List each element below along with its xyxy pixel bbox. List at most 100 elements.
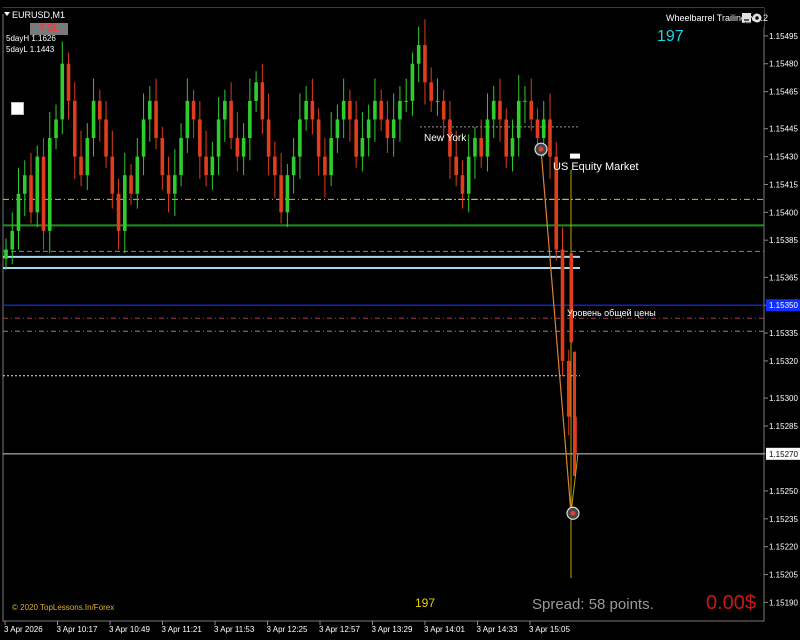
candle-body — [241, 138, 246, 157]
candle-body — [141, 119, 146, 157]
candle-body — [510, 138, 515, 157]
candle-body — [110, 156, 115, 194]
candle-body — [41, 156, 46, 231]
candle-body — [304, 100, 308, 120]
y-tick-label: 1.15415 — [769, 180, 798, 189]
candle-body — [423, 45, 427, 83]
candle-body — [85, 138, 90, 176]
y-tick-label: 1.15235 — [769, 515, 798, 524]
candle-body — [541, 119, 546, 139]
candle-body — [266, 119, 271, 157]
candle-body — [154, 100, 158, 139]
candle-body — [566, 360, 571, 417]
ea-counter: 197 — [657, 28, 684, 45]
panel-window-buttons[interactable] — [742, 12, 762, 24]
y-tick-label: 1.15495 — [769, 32, 798, 41]
candle-body — [516, 100, 521, 139]
y-tick-label: 1.15365 — [769, 273, 798, 282]
candle-body — [366, 119, 371, 139]
candle-body — [560, 249, 565, 361]
candle-body — [454, 156, 458, 176]
candle-body — [291, 156, 296, 176]
candle-body — [335, 119, 340, 139]
candle-body — [404, 100, 408, 102]
y-tick-label: 1.15465 — [769, 88, 798, 97]
checkbox-toggle[interactable] — [11, 102, 24, 115]
candle-body — [498, 100, 502, 120]
five-day-low: 5dayL 1.1443 — [6, 45, 55, 54]
y-tick-label: 1.15430 — [769, 153, 798, 162]
candle-body — [416, 45, 421, 64]
candle-body — [254, 82, 258, 101]
candle-body — [491, 100, 496, 120]
candle-body — [479, 138, 484, 157]
candle-body — [398, 100, 402, 120]
candle-body — [473, 138, 477, 157]
candle-body — [16, 193, 21, 231]
candle-body — [79, 156, 83, 176]
candle-body — [229, 100, 233, 139]
price-chart[interactable]: 1.15495 1.15480 1.15465 1.15445 1.15430 1.154… — [0, 0, 800, 640]
candle-body — [91, 100, 96, 139]
y-tick-label: 1.15350 — [769, 301, 798, 310]
candle-body — [35, 156, 40, 213]
candle-body — [191, 100, 196, 120]
candle-body — [310, 100, 315, 120]
y-tick-label: 1.15480 — [769, 60, 798, 69]
candle-body — [235, 138, 240, 157]
y-axis: 1.15495 1.15480 1.15465 1.15445 1.15430 1.154… — [764, 32, 800, 607]
candle-body — [204, 156, 208, 176]
candle-body — [166, 175, 171, 194]
y-tick-label: 1.15400 — [769, 208, 798, 217]
five-day-high: 5dayH 1.1626 — [6, 34, 56, 43]
candle-body — [466, 156, 471, 194]
candle-body — [223, 100, 227, 120]
candle-body — [529, 100, 534, 120]
candle-body — [429, 82, 433, 101]
order-marker-dot — [538, 146, 544, 152]
candle-body — [285, 175, 290, 213]
candle-body — [504, 119, 509, 157]
session-label-new-york: New York — [424, 133, 467, 144]
candle-body — [485, 119, 490, 157]
candle-body — [410, 63, 415, 101]
candles — [4, 19, 577, 477]
x-tick-label: 3 Apr 15:05 — [529, 625, 570, 634]
candle-body — [248, 100, 252, 139]
x-tick-label: 3 Apr 11:21 — [162, 625, 203, 634]
candle-body — [66, 63, 71, 101]
chevron-down-icon[interactable] — [4, 12, 10, 16]
candle-body — [160, 138, 165, 176]
minimize-icon — [742, 13, 751, 22]
y-tick-label: 1.15270 — [769, 450, 798, 459]
x-tick-label: 3 Apr 11:53 — [214, 625, 255, 634]
bottom-counter: 197 — [415, 596, 436, 610]
candle-body — [54, 119, 58, 139]
y-tick-label: 1.15190 — [769, 598, 798, 607]
candle-body — [116, 193, 121, 231]
chart-top-bar — [0, 8, 764, 14]
session-label-us-equity: US Equity Market — [553, 161, 639, 173]
candle-body — [523, 100, 527, 102]
y-tick-label: 1.15300 — [769, 394, 798, 403]
x-axis: 3 Apr 2026 3 Apr 10:17 3 Apr 10:49 3 Apr 11… — [4, 621, 570, 634]
x-tick-label: 3 Apr 13:29 — [372, 625, 413, 634]
candle-body — [548, 119, 552, 157]
candle-body — [348, 100, 352, 120]
candle-body — [123, 175, 127, 231]
y-tick-label: 1.15335 — [769, 329, 798, 338]
x-tick-label: 3 Apr 10:49 — [109, 625, 150, 634]
candle-body — [72, 100, 77, 157]
drop-candle — [569, 253, 573, 343]
order-marker-dot — [570, 510, 576, 516]
candle-body — [535, 119, 540, 139]
candle-body — [135, 156, 140, 194]
symbol-label: EURUSD,M1 — [12, 10, 66, 20]
x-tick-label: 3 Apr 14:01 — [424, 625, 465, 634]
candle-body — [148, 100, 152, 120]
candle-body — [210, 156, 215, 176]
candle-body — [4, 249, 8, 259]
x-tick-label: 3 Apr 10:17 — [57, 625, 98, 634]
candle-body — [260, 82, 265, 120]
candle-body — [47, 138, 52, 231]
